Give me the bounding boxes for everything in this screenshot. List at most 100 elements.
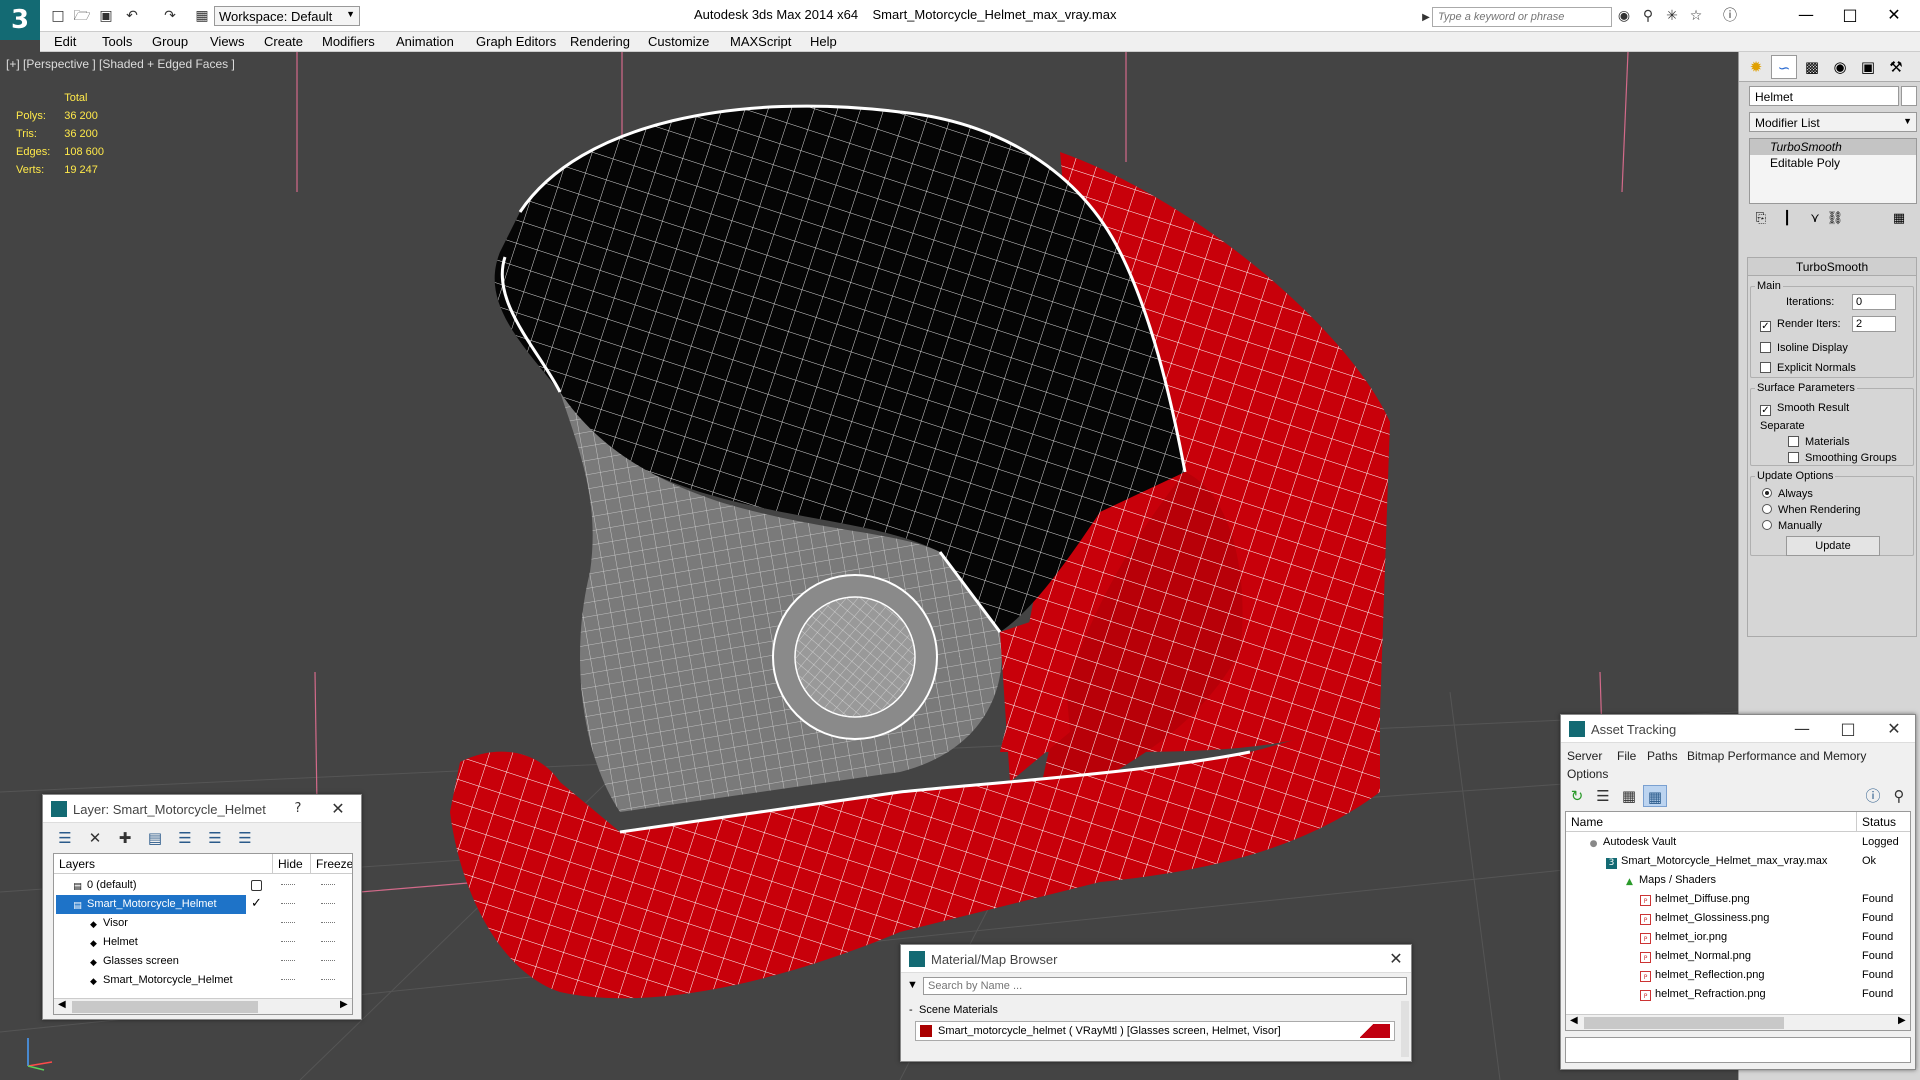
asset-minimize-icon[interactable]: —: [1791, 718, 1813, 740]
remove-modifier-icon[interactable]: ⛓: [1825, 210, 1845, 228]
stack-item-turbosmooth[interactable]: TurboSmooth: [1750, 139, 1916, 155]
key-icon[interactable]: ⚲: [1638, 6, 1658, 26]
render-iters-checkbox[interactable]: ✓ Render Iters:: [1760, 318, 1841, 332]
asset-row[interactable]: Phelmet_ior.png: [1640, 928, 1727, 947]
binoculars-icon[interactable]: ◉: [1614, 6, 1634, 26]
menu-create[interactable]: Create: [264, 34, 303, 49]
delete-layer-icon[interactable]: ✕: [83, 827, 107, 849]
freeze-toggle[interactable]: [321, 979, 335, 981]
scroll-thumb[interactable]: [1584, 1017, 1784, 1029]
asset-row[interactable]: Phelmet_Reflection.png: [1640, 966, 1764, 985]
asset-row[interactable]: Phelmet_Diffuse.png: [1640, 890, 1750, 909]
hide-toggle[interactable]: [281, 884, 295, 886]
hide-all-icon[interactable]: ☰: [203, 827, 227, 849]
layer-window-titlebar[interactable]: Layer: Smart_Motorcycle_Helmet ? ✕: [43, 795, 361, 823]
hide-toggle[interactable]: [281, 979, 295, 981]
hide-toggle[interactable]: [281, 960, 295, 962]
search-input[interactable]: [1432, 7, 1612, 27]
material-search-input[interactable]: [923, 977, 1407, 995]
hide-toggle[interactable]: [281, 922, 295, 924]
asset-menu-file[interactable]: File: [1617, 749, 1636, 763]
create-tab-icon[interactable]: ✹: [1743, 55, 1769, 79]
object-color-swatch[interactable]: [1901, 86, 1917, 106]
asset-row[interactable]: Phelmet_Glossiness.png: [1640, 909, 1769, 928]
highlight-layer-icon[interactable]: ☰: [173, 827, 197, 849]
asset-help-icon[interactable]: ⓘ: [1861, 785, 1885, 807]
asset-row[interactable]: Phelmet_Refraction.png: [1640, 985, 1766, 1004]
make-unique-icon[interactable]: ⋎: [1805, 210, 1825, 228]
asset-menu-server[interactable]: Server: [1567, 749, 1602, 763]
freeze-all-icon[interactable]: ☰: [233, 827, 257, 849]
layer-row[interactable]: ◆ Smart_Motorcycle_Helmet: [88, 971, 233, 990]
undo-icon[interactable]: ↶: [122, 6, 142, 26]
menu-rendering[interactable]: Rendering: [570, 34, 630, 49]
display-tab-icon[interactable]: ▣: [1855, 55, 1881, 79]
scroll-right-icon[interactable]: ▶: [1898, 1015, 1906, 1026]
table-view-icon[interactable]: ▦: [1643, 785, 1667, 807]
menu-group[interactable]: Group: [152, 34, 188, 49]
menu-maxscript[interactable]: MAXScript: [730, 34, 791, 49]
always-radio[interactable]: Always: [1762, 488, 1813, 500]
menu-edit[interactable]: Edit: [54, 34, 76, 49]
redo-icon[interactable]: ↷: [160, 6, 180, 26]
asset-row[interactable]: 3 Smart_Motorcycle_Helmet_max_vray.max: [1606, 852, 1827, 871]
select-objects-icon[interactable]: ▤: [143, 827, 167, 849]
layer-row[interactable]: ▤ 0 (default): [72, 876, 262, 895]
menu-animation[interactable]: Animation: [396, 34, 454, 49]
project-folder-icon[interactable]: ▦: [192, 6, 212, 26]
list-view-icon[interactable]: ☰: [1591, 785, 1615, 807]
asset-pin-icon[interactable]: ⚲: [1887, 785, 1911, 807]
layer-row[interactable]: ◆ Glasses screen: [88, 952, 179, 971]
material-item[interactable]: Smart_motorcycle_helmet ( VRayMtl ) [Gla…: [915, 1021, 1395, 1041]
asset-maximize-icon[interactable]: □: [1837, 718, 1859, 740]
asset-row[interactable]: ▲ Maps / Shaders: [1624, 871, 1716, 890]
layer-horizontal-scrollbar[interactable]: ◀ ▶: [54, 998, 352, 1014]
asset-menu-bitmap[interactable]: Bitmap Performance and Memory: [1687, 749, 1866, 763]
freeze-toggle[interactable]: [321, 960, 335, 962]
asset-horizontal-scrollbar[interactable]: ◀ ▶: [1566, 1014, 1910, 1030]
menu-customize[interactable]: Customize: [648, 34, 709, 49]
pin-stack-icon[interactable]: ⎘: [1751, 210, 1771, 228]
freeze-toggle[interactable]: [321, 922, 335, 924]
help-icon[interactable]: ⓘ: [1720, 6, 1740, 26]
menu-tools[interactable]: Tools: [102, 34, 132, 49]
new-file-icon[interactable]: □: [48, 6, 68, 26]
favorites-star-icon[interactable]: ☆: [1686, 6, 1706, 26]
scroll-left-icon[interactable]: ◀: [1570, 1015, 1578, 1026]
layer-row[interactable]: ▤ Smart_Motorcycle_Helmet: [56, 895, 246, 914]
col-freeze[interactable]: Freeze: [310, 854, 352, 874]
update-button[interactable]: Update: [1786, 536, 1880, 556]
asset-row[interactable]: ● Autodesk Vault: [1588, 833, 1677, 852]
show-end-result-icon[interactable]: ┃: [1777, 210, 1797, 228]
hierarchy-tab-icon[interactable]: ▩: [1799, 55, 1825, 79]
explicit-normals-checkbox[interactable]: Explicit Normals: [1760, 362, 1856, 374]
asset-row[interactable]: Phelmet_Normal.png: [1640, 947, 1751, 966]
menu-modifiers[interactable]: Modifiers: [322, 34, 375, 49]
motion-tab-icon[interactable]: ◉: [1827, 55, 1853, 79]
col-layers[interactable]: Layers: [54, 854, 272, 874]
when-rendering-radio[interactable]: When Rendering: [1762, 504, 1861, 516]
thumbnail-icon[interactable]: ▦: [1617, 785, 1641, 807]
layer-row[interactable]: ◆ Visor: [88, 914, 128, 933]
browser-options-icon[interactable]: ▼: [907, 979, 918, 991]
modify-tab-icon[interactable]: ∽: [1771, 55, 1797, 79]
rollout-title[interactable]: TurboSmooth: [1748, 258, 1916, 276]
asset-path-field[interactable]: [1565, 1037, 1911, 1063]
col-hide[interactable]: Hide: [272, 854, 310, 874]
close-icon[interactable]: ✕: [1872, 2, 1916, 28]
material-browser-close-icon[interactable]: ✕: [1385, 948, 1407, 970]
utilities-tab-icon[interactable]: ⚒: [1883, 55, 1909, 79]
asset-close-icon[interactable]: ✕: [1883, 718, 1905, 740]
menu-graph-editors[interactable]: Graph Editors: [476, 34, 556, 49]
hide-toggle[interactable]: [281, 903, 295, 905]
isoline-display-checkbox[interactable]: Isoline Display: [1760, 342, 1848, 354]
asset-tracking-titlebar[interactable]: Asset Tracking — □ ✕: [1561, 715, 1915, 743]
col-status[interactable]: Status: [1856, 812, 1910, 832]
configure-sets-icon[interactable]: ▦: [1889, 210, 1909, 228]
refresh-icon[interactable]: ↻: [1565, 785, 1589, 807]
app-logo-icon[interactable]: 3: [0, 0, 40, 40]
save-file-icon[interactable]: ▣: [96, 6, 116, 26]
current-layer-box[interactable]: [251, 880, 262, 891]
scroll-thumb[interactable]: [72, 1001, 258, 1013]
menu-help[interactable]: Help: [810, 34, 837, 49]
